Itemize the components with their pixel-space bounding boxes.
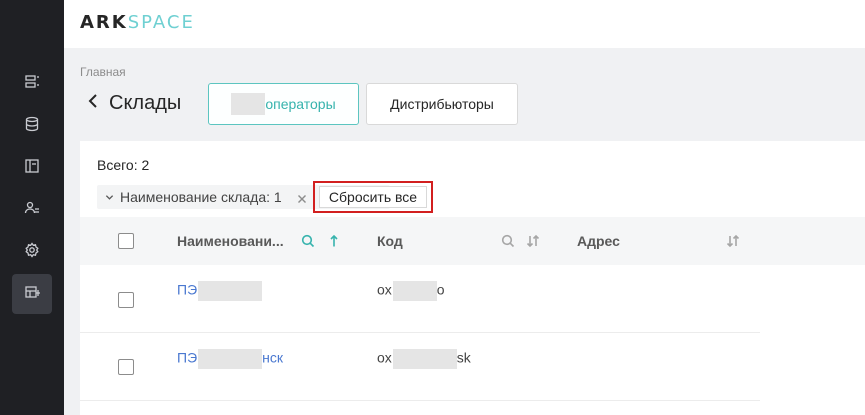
sidebar-item-layout[interactable] [12,148,52,188]
name-text: нск [262,349,283,366]
chevron-down-icon[interactable] [105,189,114,205]
redacted-area [392,349,457,369]
column-header-address[interactable]: Адрес [577,233,620,249]
logo-part-space: SPACE [127,12,195,33]
sidebar-item-database[interactable] [12,106,52,146]
sidebar-item-users[interactable] [12,190,52,230]
row-checkbox[interactable] [118,292,134,308]
select-all-checkbox[interactable] [118,233,134,249]
sidebar-item-table[interactable] [12,274,52,314]
code-text: sk [456,349,471,366]
search-icon[interactable] [501,234,515,253]
search-icon[interactable] [301,234,315,253]
sort-icon[interactable] [726,234,740,253]
chevron-left-icon [88,93,98,114]
tab-operators-label: операторы [265,96,336,112]
table-row: ПЭ ox o [80,265,760,333]
redacted-area [392,281,437,301]
name-text: ПЭ [177,349,198,366]
sidebar [0,0,64,415]
code-text: ox [377,281,392,298]
total-count: Всего: 2 [97,157,150,173]
column-header-code[interactable]: Код [377,233,403,249]
users-icon [24,200,40,221]
warehouses-card: Всего: 2 Наименование склада: 1 Сбросить… [80,141,865,415]
database-icon [24,116,40,137]
warehouse-code: ox o [377,281,445,301]
breadcrumb[interactable]: Главная [80,65,126,79]
redacted-area [198,281,263,301]
name-text: ПЭ [177,281,198,298]
warehouse-name-link[interactable]: ПЭ [177,281,263,301]
code-text: o [436,281,445,298]
sort-ascending-icon[interactable] [327,234,341,253]
tab-distributors-label: Дистрибьюторы [390,96,494,112]
reset-all-button[interactable]: Сбросить все [319,186,427,208]
settings-icon [24,241,40,263]
row-checkbox[interactable] [118,359,134,375]
sort-icon[interactable] [526,234,540,253]
sidebar-item-settings[interactable] [12,232,52,272]
page-title: Склады [109,92,182,114]
tab-distributors[interactable]: Дистрибьюторы [366,83,518,125]
warehouse-code: ox sk [377,349,471,369]
redacted-area [231,93,266,115]
table-icon [24,284,40,305]
warehouse-name-link[interactable]: ПЭ нск [177,349,283,369]
reset-highlight: Сбросить все [313,181,433,213]
logo-part-ark: ARK [80,12,128,33]
layout-icon [24,158,40,179]
redacted-area [198,349,263,369]
code-text: ox [377,349,392,366]
sidebar-item-list[interactable] [12,64,52,104]
close-icon[interactable] [297,191,309,203]
column-header-name[interactable]: Наименовани... [177,233,284,249]
filter-tag-label: Наименование склада: 1 [120,189,282,205]
back-button[interactable] [88,93,102,113]
logo[interactable]: ARKSPACE [80,12,195,33]
list-icon [24,74,40,95]
table-header: Наименовани... Код Адрес [80,217,865,265]
table-row: ПЭ нск ox sk [80,333,760,401]
top-header: ARKSPACE [64,0,865,48]
tab-operators[interactable]: операторы [208,83,359,125]
